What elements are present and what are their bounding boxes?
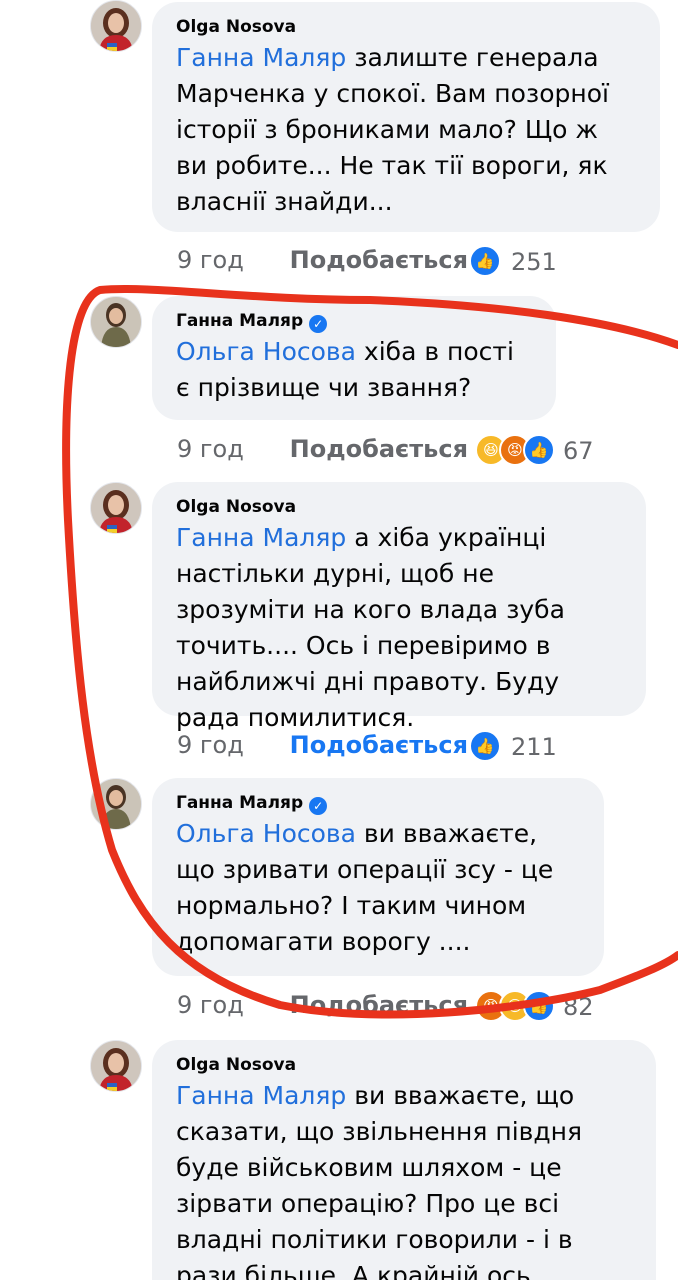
like-reaction-icon: 👍 [469, 245, 501, 277]
mention-link[interactable]: Ольга Носова [176, 819, 356, 848]
verified-badge-icon: ✓ [309, 797, 328, 815]
reaction-summary[interactable]: 😡 😆 👍 82 [475, 990, 605, 1022]
avatar-malyar[interactable] [90, 778, 142, 830]
comment-author[interactable]: Ганна Маляр ✓ [176, 792, 580, 815]
mention-link[interactable]: Ганна Маляр [176, 523, 346, 552]
verified-badge-icon: ✓ [309, 315, 328, 333]
avatar-olga[interactable] [90, 482, 142, 534]
like-button[interactable]: Подобається [290, 731, 468, 759]
comment-meta: 9 год Подобається 👍 211 [177, 728, 597, 762]
comment-time[interactable]: 9 год [177, 432, 282, 466]
reaction-summary[interactable]: 😆 😡 👍 67 [475, 434, 605, 466]
comment-text: Ольга Носова ви вважаєте, що зривати опе… [176, 819, 554, 956]
comment-text: Ганна Маляр ви вважаєте, що сказати, що … [176, 1081, 583, 1280]
like-reaction-icon: 👍 [469, 730, 501, 762]
reaction-count: 82 [563, 993, 594, 1021]
comment-time[interactable]: 9 год [177, 243, 282, 277]
comment-author[interactable]: Ганна Маляр ✓ [176, 310, 532, 333]
reaction-count: 67 [563, 437, 594, 465]
avatar-olga[interactable] [90, 0, 142, 52]
like-button[interactable]: Подобається [290, 991, 468, 1019]
like-reaction-icon: 👍 [523, 990, 555, 1022]
comment-bubble: Ганна Маляр ✓ Ольга Носова ви вважаєте, щ… [152, 778, 604, 976]
comment-text: Ганна Маляр залиште генерала Марченка у … [176, 43, 609, 216]
comment-author[interactable]: Olga Nosova [176, 496, 622, 518]
comment-bubble: Olga Nosova Ганна Маляр ви вважаєте, що … [152, 1040, 656, 1280]
comment-text: Ганна Маляр а хіба українці настільки ду… [176, 523, 565, 732]
comment-time[interactable]: 9 год [177, 988, 282, 1022]
reaction-count: 251 [511, 248, 557, 276]
mention-link[interactable]: Ольга Носова [176, 337, 356, 366]
comment-meta: 9 год Подобається 😆 😡 👍 67 [177, 432, 607, 466]
reaction-count: 211 [511, 733, 557, 761]
comment-bubble: Olga Nosova Ганна Маляр а хіба українці … [152, 482, 646, 732]
comment-author[interactable]: Olga Nosova [176, 16, 636, 38]
like-reaction-icon: 👍 [523, 434, 555, 466]
like-button[interactable]: Подобається [290, 435, 468, 463]
comment-meta: 9 год Подобається 👍 251 [177, 243, 597, 277]
mention-link[interactable]: Ганна Маляр [176, 43, 346, 72]
avatar-olga[interactable] [90, 1040, 142, 1092]
comment-author[interactable]: Olga Nosova [176, 1054, 632, 1076]
reaction-summary[interactable]: 👍 251 [469, 245, 579, 277]
comment-text: Ольга Носова хіба в пості є прізвище чи … [176, 337, 514, 402]
mention-link[interactable]: Ганна Маляр [176, 1081, 346, 1110]
comment-bubble: Olga Nosova Ганна Маляр залиште генерала… [152, 2, 660, 232]
comment-meta: 9 год Подобається 😡 😆 👍 82 [177, 988, 607, 1022]
comment-bubble: Ганна Маляр ✓ Ольга Носова хіба в пості є… [152, 296, 556, 420]
reaction-summary[interactable]: 👍 211 [469, 730, 579, 762]
comment-time[interactable]: 9 год [177, 728, 282, 762]
avatar-malyar[interactable] [90, 296, 142, 348]
like-button[interactable]: Подобається [290, 246, 468, 274]
